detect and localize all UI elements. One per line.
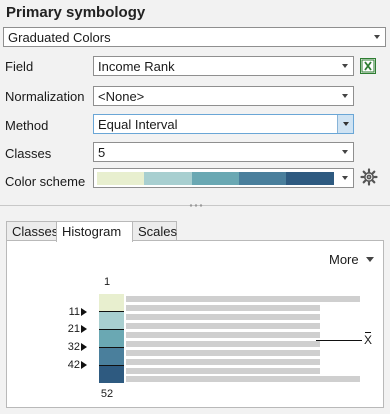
color-scheme-label: Color scheme bbox=[5, 174, 86, 189]
tab-label: Classes bbox=[12, 224, 59, 239]
chevron-down-icon bbox=[374, 35, 380, 39]
break-line bbox=[99, 347, 124, 348]
field-label: Field bbox=[5, 59, 34, 74]
histogram-bar bbox=[126, 376, 360, 382]
color-ramp-segment bbox=[192, 172, 239, 185]
tab-histogram[interactable]: Histogram bbox=[56, 221, 133, 242]
color-ramp bbox=[97, 172, 334, 185]
renderer-value: Graduated Colors bbox=[8, 30, 111, 45]
chevron-down-icon bbox=[342, 94, 348, 98]
histogram-bar bbox=[126, 350, 320, 356]
renderer-dropdown[interactable]: Graduated Colors bbox=[3, 27, 386, 47]
chevron-down-icon bbox=[342, 150, 348, 154]
histogram-bar bbox=[126, 305, 320, 311]
excel-table-icon[interactable] bbox=[360, 58, 376, 74]
color-ramp-segment bbox=[144, 172, 192, 185]
field-value: Income Rank bbox=[98, 59, 175, 74]
histogram-bar bbox=[126, 368, 320, 374]
chevron-down-icon bbox=[342, 64, 348, 68]
break-label: 42 bbox=[67, 359, 80, 371]
more-menu-button[interactable]: More bbox=[329, 252, 359, 267]
method-dropdown[interactable]: Equal Interval bbox=[93, 114, 354, 134]
class-color-box bbox=[99, 312, 124, 329]
color-ramp-segment bbox=[239, 172, 286, 185]
color-scheme-dropdown[interactable] bbox=[93, 168, 354, 188]
method-value: Equal Interval bbox=[98, 117, 178, 132]
histogram-bar bbox=[126, 341, 320, 347]
classes-value: 5 bbox=[98, 145, 106, 160]
break-handle-icon[interactable] bbox=[81, 361, 87, 369]
class-color-box bbox=[99, 294, 124, 311]
histogram-bar bbox=[126, 323, 320, 329]
field-dropdown[interactable]: Income Rank bbox=[93, 56, 354, 76]
break-handle-icon[interactable] bbox=[81, 325, 87, 333]
tab-scales[interactable]: Scales bbox=[132, 221, 177, 241]
gear-icon[interactable] bbox=[360, 168, 378, 186]
method-label: Method bbox=[5, 118, 49, 133]
tab-label: Scales bbox=[138, 224, 178, 239]
break-label: 21 bbox=[67, 323, 80, 335]
normalization-value: <None> bbox=[98, 89, 145, 104]
normalization-dropdown[interactable]: <None> bbox=[93, 86, 354, 106]
class-color-box bbox=[99, 366, 124, 383]
panel-splitter[interactable] bbox=[0, 202, 390, 209]
break-handle-icon[interactable] bbox=[81, 308, 87, 316]
section-title: Primary symbology bbox=[6, 4, 146, 21]
chevron-down-icon bbox=[342, 176, 348, 180]
chevron-down-icon[interactable] bbox=[366, 257, 374, 262]
method-dropdown-button[interactable] bbox=[337, 115, 353, 133]
break-line bbox=[99, 329, 124, 330]
normalization-label: Normalization bbox=[5, 89, 85, 104]
chevron-down-icon bbox=[343, 122, 349, 126]
break-label: 11 bbox=[68, 306, 80, 318]
break-handle-icon[interactable] bbox=[81, 343, 87, 351]
histogram-max-label: 52 bbox=[100, 388, 114, 400]
tab-label: Histogram bbox=[62, 224, 122, 239]
break-line bbox=[99, 311, 124, 312]
break-line bbox=[99, 365, 124, 366]
classes-dropdown[interactable]: 5 bbox=[93, 142, 354, 162]
color-ramp-segment bbox=[97, 172, 144, 185]
histogram-min-label: 1 bbox=[103, 276, 111, 288]
mean-symbol: X bbox=[364, 332, 373, 347]
mean-line bbox=[316, 340, 362, 341]
class-color-box bbox=[99, 348, 124, 365]
break-label: 32 bbox=[67, 341, 80, 353]
histogram-bar bbox=[126, 296, 360, 302]
tab-classes[interactable]: Classes bbox=[6, 221, 59, 241]
color-ramp-segment bbox=[286, 172, 334, 185]
classes-label: Classes bbox=[5, 146, 52, 161]
histogram-bar bbox=[126, 359, 320, 365]
class-color-box bbox=[99, 330, 124, 347]
histogram-bar bbox=[126, 332, 320, 338]
histogram-bar bbox=[126, 314, 320, 320]
